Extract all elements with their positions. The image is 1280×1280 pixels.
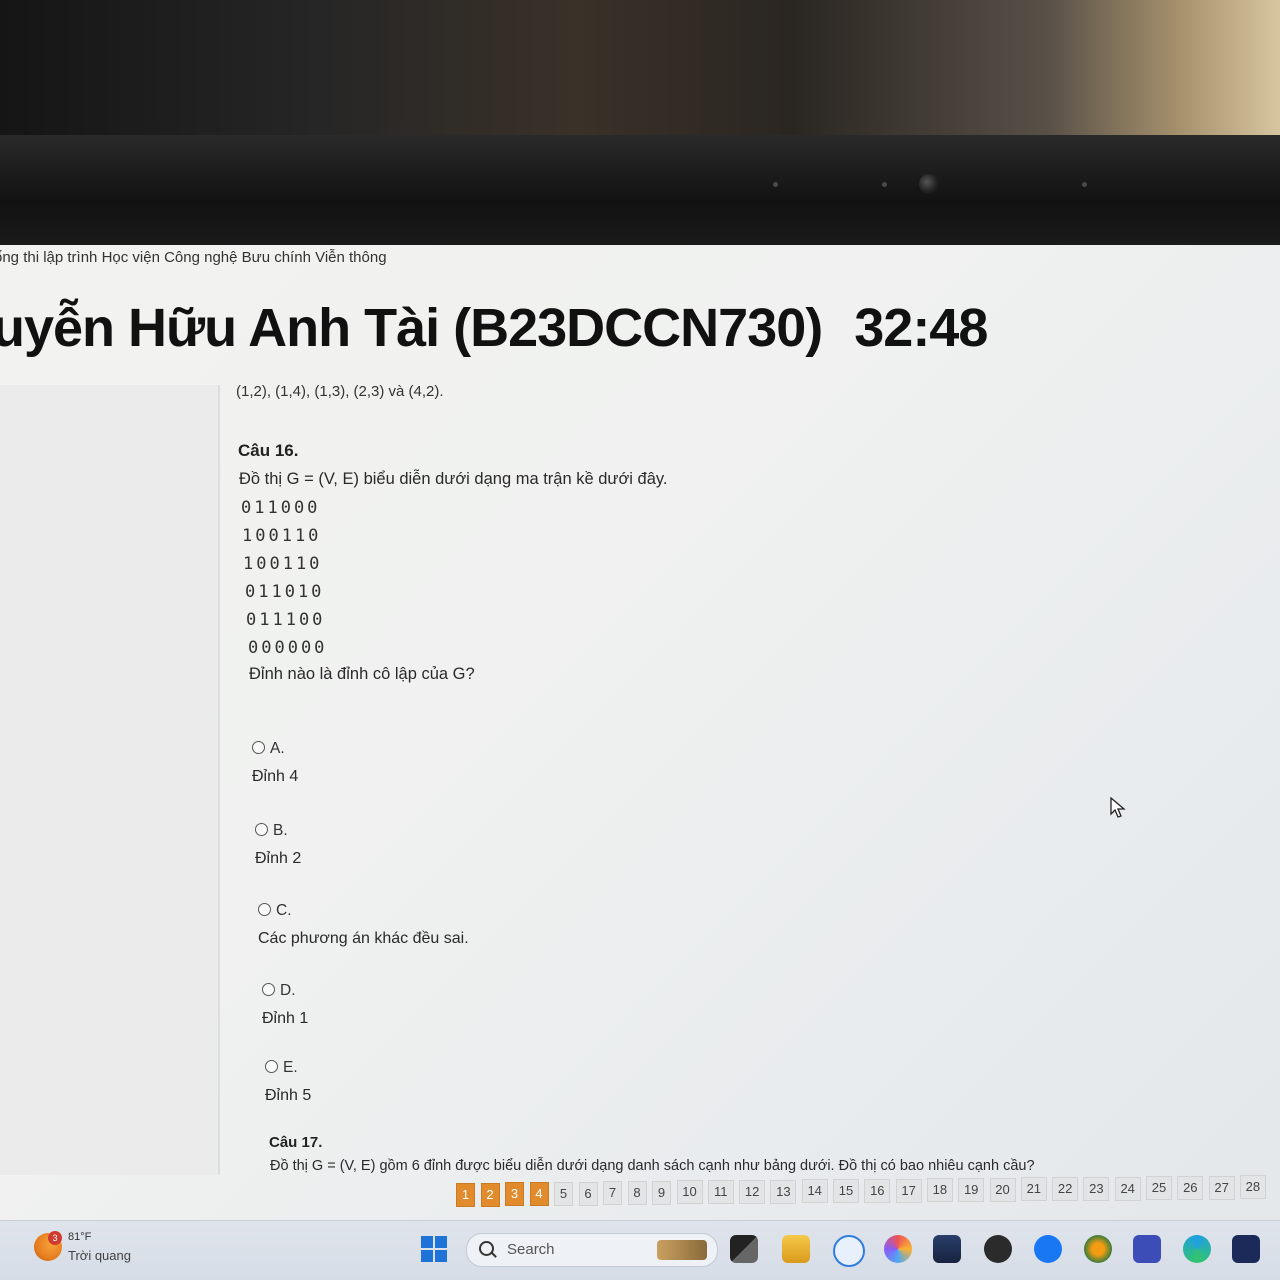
question-nav-button[interactable]: 21 <box>1020 1177 1047 1201</box>
matrix-row: 011010 <box>245 582 325 602</box>
task-view-icon[interactable] <box>730 1235 758 1263</box>
option-b-letter: B. <box>273 822 288 839</box>
question-nav-button[interactable]: 26 <box>1177 1176 1204 1200</box>
question-16-prompt: Đồ thị G = (V, E) biểu diễn dưới dạng ma… <box>239 470 668 488</box>
question-nav-button[interactable]: 16 <box>864 1179 891 1203</box>
option-e-text: Đỉnh 5 <box>265 1087 312 1104</box>
question-nav-button[interactable]: 15 <box>833 1179 859 1203</box>
question-nav-button[interactable]: 9 <box>652 1181 671 1205</box>
option-a-text: Đỉnh 4 <box>252 768 299 785</box>
question-nav-button[interactable]: 7 <box>603 1181 622 1205</box>
question-nav-button[interactable]: 3 <box>505 1182 524 1206</box>
edge-icon[interactable] <box>1183 1235 1211 1263</box>
background-wall <box>0 0 1280 140</box>
option-c-letter: C. <box>276 902 292 919</box>
weather-temperature: 81°F <box>68 1231 92 1243</box>
question-nav-button[interactable]: 8 <box>627 1181 647 1205</box>
question-nav-button[interactable]: 2 <box>480 1183 500 1207</box>
question-nav-button[interactable]: 28 <box>1239 1175 1266 1199</box>
taskbar-search[interactable]: Search <box>466 1233 718 1267</box>
matrix-row: 011000 <box>241 498 321 518</box>
question-nav-button[interactable]: 27 <box>1208 1176 1235 1200</box>
screen: ổng thi lập trình Học viện Công nghệ Bưu… <box>0 245 1280 1280</box>
countdown-timer: 32:48 <box>854 298 988 358</box>
question-nav-button[interactable]: 18 <box>926 1178 953 1202</box>
site-title: ổng thi lập trình Học viện Công nghệ Bưu… <box>0 249 387 266</box>
file-explorer-icon[interactable] <box>782 1235 810 1263</box>
option-d-text: Đỉnh 1 <box>262 1010 309 1027</box>
dev-app-icon[interactable] <box>1232 1235 1260 1263</box>
search-icon <box>479 1241 494 1256</box>
mouse-pointer-icon <box>1110 797 1126 818</box>
option-d-radio[interactable] <box>262 983 275 996</box>
question-nav-button[interactable]: 17 <box>895 1179 922 1203</box>
search-highlight-image <box>657 1240 707 1260</box>
question-nav-button[interactable]: 6 <box>578 1182 598 1206</box>
question-nav-button[interactable]: 22 <box>1052 1177 1079 1201</box>
site-header: ổng thi lập trình Học viện Công nghệ Bưu… <box>0 245 1280 273</box>
option-c-radio[interactable] <box>258 903 271 916</box>
question-nav-button[interactable]: 23 <box>1083 1177 1110 1201</box>
question-nav-button[interactable]: 20 <box>989 1178 1016 1202</box>
bezel-sensor <box>882 182 887 187</box>
option-d-letter: D. <box>280 982 296 999</box>
question-nav-button[interactable]: 14 <box>801 1179 828 1203</box>
option-b-text: Đỉnh 2 <box>255 850 302 867</box>
weather-badge: 3 <box>48 1231 62 1245</box>
xbox-icon[interactable] <box>984 1235 1012 1263</box>
matrix-row: 011100 <box>246 610 326 630</box>
option-e-letter: E. <box>283 1059 298 1076</box>
left-sidebar <box>0 385 220 1175</box>
webcam <box>919 174 939 194</box>
option-c-text: Các phương án khác đều sai. <box>258 930 469 947</box>
question-navigator: 1 2 3 4 5 6 7 8 9 10 11 12 13 14 15 16 17 18 19 20 21 22 23 24 2… <box>456 1175 1280 1211</box>
zalo-icon[interactable] <box>833 1235 865 1267</box>
question-16-ask: Đỉnh nào là đỉnh cô lập của G? <box>249 665 475 683</box>
question-nav-button[interactable]: 25 <box>1146 1176 1172 1200</box>
question-nav-button[interactable]: 11 <box>707 1180 734 1204</box>
option-a-letter: A. <box>270 740 285 757</box>
option-a-radio[interactable] <box>252 741 265 754</box>
question-nav-button[interactable]: 1 <box>456 1183 475 1207</box>
facebook-icon[interactable] <box>1034 1235 1062 1263</box>
copilot-icon[interactable] <box>884 1235 912 1263</box>
store-icon[interactable] <box>933 1235 961 1263</box>
question-nav-button[interactable]: 24 <box>1114 1177 1141 1201</box>
option-b-radio[interactable] <box>255 823 268 836</box>
start-icon[interactable] <box>421 1236 447 1262</box>
search-label: Search <box>507 1241 555 1258</box>
question-nav-button[interactable]: 5 <box>554 1182 573 1206</box>
previous-question-text: (1,2), (1,4), (1,3), (2,3) và (4,2). <box>236 383 444 400</box>
taskbar: 3 81°F Trời quang Search <box>0 1220 1280 1280</box>
bezel-sensor <box>773 182 778 187</box>
question-nav-button[interactable]: 10 <box>676 1180 703 1204</box>
question-nav-button[interactable]: 13 <box>770 1180 797 1204</box>
exam-header: uyễn Hữu Anh Tài (B23DCCN730) 32:48 <box>0 297 988 359</box>
question-16-label: Câu 16. <box>238 441 299 460</box>
laptop-bezel <box>0 135 1280 245</box>
weather-description: Trời quang <box>68 1248 131 1263</box>
question-nav-button[interactable]: 19 <box>958 1178 985 1202</box>
matrix-row: 100110 <box>243 554 323 574</box>
app-icon[interactable] <box>1084 1235 1112 1263</box>
question-17-label: Câu 17. <box>269 1134 323 1151</box>
bezel-sensor <box>1082 182 1087 187</box>
user-name: uyễn Hữu Anh Tài (B23DCCN730) <box>0 298 823 358</box>
matrix-row: 100110 <box>242 526 322 546</box>
option-e-radio[interactable] <box>265 1060 278 1073</box>
question-17-text: Đồ thị G = (V, E) gồm 6 đỉnh được biểu d… <box>270 1158 1035 1174</box>
question-nav-button[interactable]: 4 <box>529 1182 549 1206</box>
camera-app-icon[interactable] <box>1133 1235 1161 1263</box>
question-nav-button[interactable]: 12 <box>739 1180 766 1204</box>
matrix-row: 000000 <box>248 638 328 658</box>
